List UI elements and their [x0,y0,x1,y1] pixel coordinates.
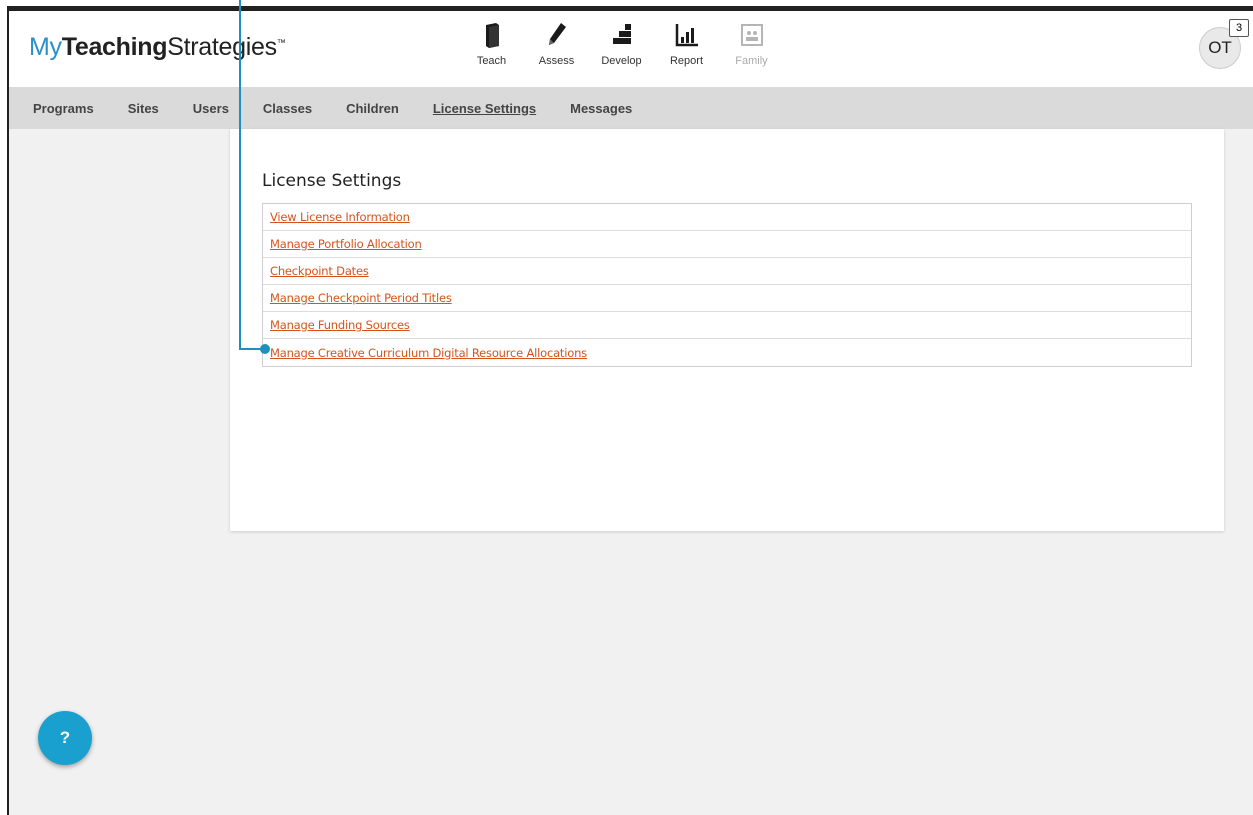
manage-digital-resource-allocations-link[interactable]: Manage Creative Curriculum Digital Resou… [270,346,587,360]
subnav-messages[interactable]: Messages [570,101,632,116]
logo-strategies: Strategies [167,33,277,61]
nav-teach[interactable]: Teach [459,21,524,67]
blocks-icon [612,24,631,44]
annotation-pointer-dot [260,344,270,354]
logo-my: My [29,33,62,61]
manage-checkpoint-period-titles-link[interactable]: Manage Checkpoint Period Titles [270,291,452,305]
subnav-users[interactable]: Users [193,101,229,116]
nav-family[interactable]: Family [719,21,784,67]
view-license-information-link[interactable]: View License Information [270,210,410,224]
top-header: MyTeachingStrategies™ Teach Assess Devel… [9,11,1253,87]
top-nav: Teach Assess Develop Report Family [459,21,784,67]
family-photo-icon [740,24,763,46]
list-item: Manage Checkpoint Period Titles [263,285,1191,312]
notification-badge[interactable]: 3 [1229,19,1249,37]
logo-teaching: Teaching [61,33,168,61]
subnav-programs[interactable]: Programs [33,101,94,116]
page-title: License Settings [262,171,402,191]
book-icon [485,23,499,48]
license-links-list: View License Information Manage Portfoli… [262,203,1192,367]
manage-funding-sources-link[interactable]: Manage Funding Sources [270,318,410,332]
nav-report[interactable]: Report [654,21,719,67]
list-item: Manage Creative Curriculum Digital Resou… [263,339,1191,366]
manage-portfolio-allocation-link[interactable]: Manage Portfolio Allocation [270,237,422,251]
subnav-sites[interactable]: Sites [128,101,159,116]
nav-assess-label: Assess [538,55,575,67]
nav-teach-label: Teach [476,55,507,67]
list-item: Manage Funding Sources [263,312,1191,339]
nav-develop[interactable]: Develop [589,21,654,67]
subnav-license-settings[interactable]: License Settings [433,101,536,116]
bar-chart-icon [675,24,698,47]
sub-nav: Programs Sites Users Classes Children Li… [9,87,1253,129]
brand-logo[interactable]: MyTeachingStrategies™ [29,33,286,62]
list-item: View License Information [263,204,1191,231]
help-button[interactable]: ? [38,711,92,765]
nav-assess[interactable]: Assess [524,21,589,67]
subnav-children[interactable]: Children [346,101,399,116]
nav-develop-label: Develop [601,55,642,67]
subnav-classes[interactable]: Classes [263,101,312,116]
app-frame: MyTeachingStrategies™ Teach Assess Devel… [7,6,1253,815]
logo-trademark: ™ [276,37,286,48]
annotation-pointer-line [239,0,241,350]
nav-report-label: Report [669,55,704,67]
license-settings-card: License Settings View License Informatio… [230,129,1224,531]
nav-family-label: Family [735,55,768,67]
list-item: Checkpoint Dates [263,258,1191,285]
avatar-initials: OT [1208,38,1232,57]
list-item: Manage Portfolio Allocation [263,231,1191,258]
pencil-icon [548,23,566,45]
checkpoint-dates-link[interactable]: Checkpoint Dates [270,264,369,278]
